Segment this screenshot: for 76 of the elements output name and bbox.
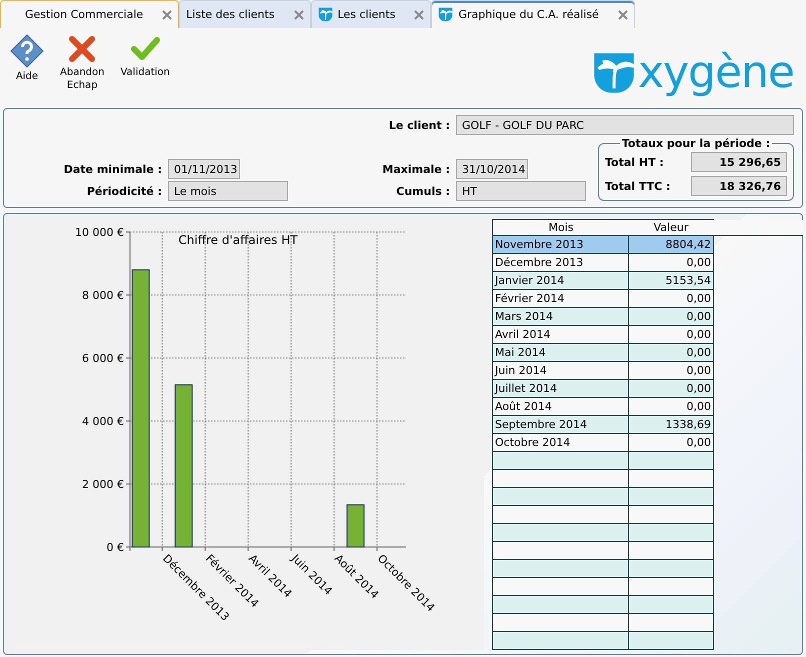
tab[interactable]: Liste des clients [179, 0, 311, 28]
y-axis-label: 2 000 € [82, 478, 124, 491]
table-cell: Mai 2014 [493, 344, 629, 361]
table-cell: Octobre 2014 [493, 434, 629, 451]
y-axis-label: 0 € [106, 541, 124, 554]
total-value: 18 326,76 [691, 176, 787, 196]
table-cell: Juin 2014 [493, 362, 629, 379]
table-cell-text: 0,00 [686, 327, 712, 343]
tab[interactable]: Gestion Commerciale [0, 0, 180, 28]
table-cell: Juillet 2014 [493, 380, 629, 397]
table-row[interactable]: Août 2014 0,00 [492, 398, 714, 416]
total-label: Total HT : [605, 156, 665, 168]
table-cell-text: 0,00 [686, 399, 712, 415]
total-label: Total TTC : [605, 180, 672, 192]
table-cell-text: 0,00 [686, 381, 712, 397]
chart-bar [346, 504, 365, 548]
field-label: Maximale : [381, 162, 450, 176]
table-cell: Septembre 2014 [493, 416, 629, 433]
period-field[interactable]: Le mois [168, 181, 288, 201]
palm-tree-icon [592, 51, 636, 95]
toolbar-button[interactable]: Aide [6, 34, 48, 92]
field-label: Cumuls : [395, 184, 450, 198]
total-value: 15 296,65 [691, 152, 787, 172]
table-row[interactable]: Mars 2014 0,00 [492, 308, 714, 326]
field-label: Le client : [388, 118, 450, 132]
table-cell: Mars 2014 [493, 308, 629, 325]
tab[interactable]: Les clients [310, 0, 432, 28]
table-row[interactable]: Décembre 2013 0,00 [492, 254, 714, 272]
column-header[interactable]: Valeur [629, 220, 713, 235]
table-cell: Novembre 2013 [493, 236, 629, 253]
tab[interactable]: Graphique du C.A. réalisé [431, 0, 635, 28]
table-row[interactable]: Novembre 2013 8804,42 [492, 236, 714, 254]
table-cell: Août 2014 [493, 398, 629, 415]
logo-text: xygène [638, 48, 794, 98]
cross-icon [67, 34, 98, 64]
y-axis-label: 4 000 € [82, 415, 124, 428]
close-icon[interactable] [618, 10, 628, 20]
close-icon[interactable] [414, 10, 424, 20]
table-cell-text: 5153,54 [664, 273, 712, 289]
totals-title: Totaux pour la période : [620, 137, 772, 150]
table-row[interactable]: Février 2014 0,00 [492, 290, 714, 308]
toolbar-button[interactable]: Abandon Echap [56, 34, 108, 92]
table-row[interactable]: Mai 2014 0,00 [492, 344, 714, 362]
table-cell: Avril 2014 [493, 326, 629, 343]
table-cell-text: 0,00 [686, 309, 712, 325]
table-row[interactable]: Juillet 2014 0,00 [492, 380, 714, 398]
help-icon [10, 34, 44, 68]
table-row[interactable]: Septembre 2014 1338,69 [492, 416, 714, 434]
table-row[interactable]: Avril 2014 0,00 [492, 326, 714, 344]
chart-title: Chiffre d'affaires HT [178, 233, 298, 247]
y-axis-label: 6 000 € [82, 352, 124, 365]
table-cell-text: 0,00 [686, 291, 712, 307]
field-label: Date minimale : [62, 162, 162, 176]
close-icon[interactable] [294, 10, 304, 20]
table-row[interactable]: Juin 2014 0,00 [492, 362, 714, 380]
table-cell: Février 2014 [493, 290, 629, 307]
table-cell-text: 0,00 [686, 255, 712, 271]
date-field[interactable]: 01/11/2013 [168, 159, 240, 179]
cumul-field[interactable]: HT [456, 181, 586, 201]
client-field[interactable]: GOLF - GOLF DU PARC [456, 115, 794, 135]
y-axis-label: 8 000 € [82, 289, 124, 302]
date-field[interactable]: 31/10/2014 [456, 159, 528, 179]
table-cell-text: 1338,69 [664, 417, 712, 433]
table-row[interactable]: Octobre 2014 0,00 [492, 434, 714, 452]
y-axis-label: 10 000 € [75, 226, 124, 239]
field-label: Périodicité : [86, 184, 162, 198]
toolbar-button[interactable]: Validation [116, 34, 174, 92]
table-cell-text: 8804,42 [664, 237, 712, 253]
table-cell: Décembre 2013 [493, 254, 629, 271]
column-header[interactable]: Mois [493, 220, 629, 235]
table-cell: Janvier 2014 [493, 272, 629, 289]
table-row[interactable]: Janvier 2014 5153,54 [492, 272, 714, 290]
table-cell-text: 0,00 [686, 363, 712, 379]
close-icon[interactable] [162, 10, 172, 20]
table-cell-text: 0,00 [686, 435, 712, 451]
table-cell-text: 0,00 [686, 345, 712, 361]
